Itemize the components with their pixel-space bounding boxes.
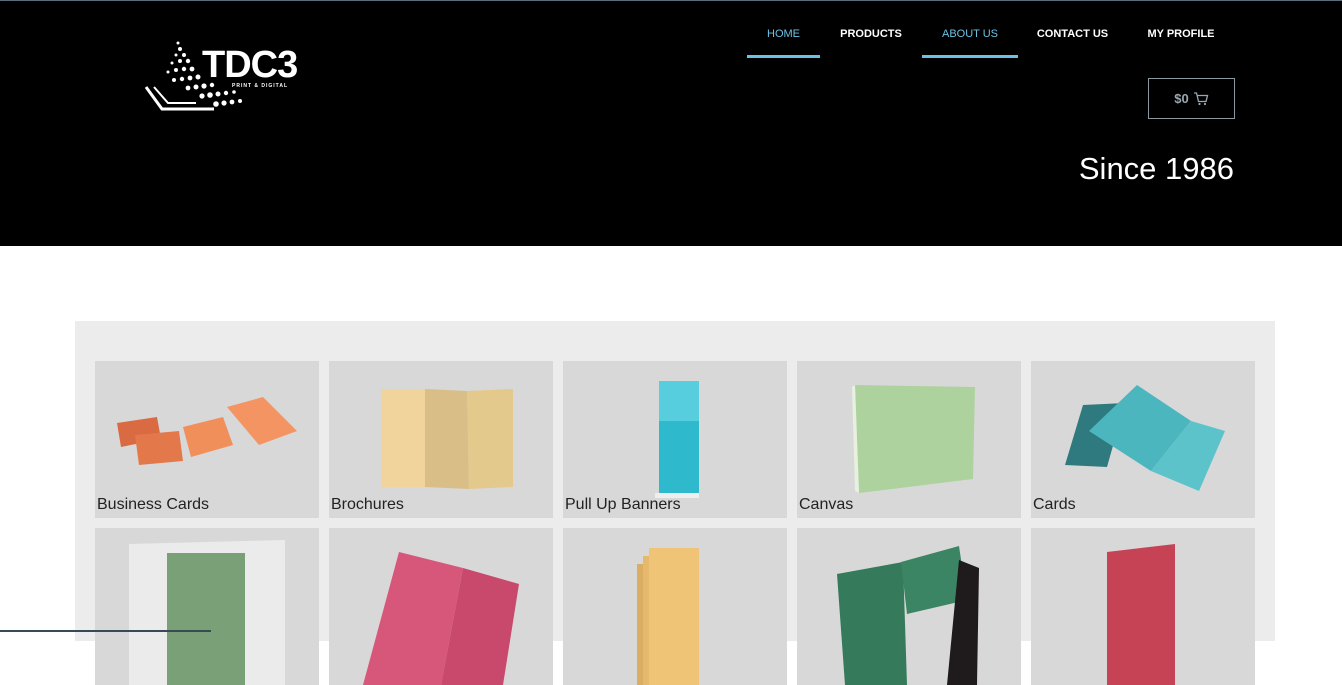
brochures-image (381, 389, 513, 489)
cart-button[interactable]: $0 (1148, 78, 1235, 119)
product-image (129, 540, 285, 685)
tile-label: Brochures (331, 496, 404, 513)
product-tile[interactable] (797, 528, 1021, 685)
product-tile-brochures[interactable]: Brochures (329, 361, 553, 518)
product-tile-pull-up-banners[interactable]: Pull Up Banners (563, 361, 787, 518)
product-tile[interactable] (95, 528, 319, 685)
nav-contact-us[interactable]: CONTACT US (1032, 19, 1113, 58)
product-image (837, 546, 979, 685)
hero-tagline: Since 1986 (1078, 151, 1234, 186)
logo[interactable]: TDC3 PRINT & DIGITAL (144, 37, 304, 117)
product-image (1107, 544, 1175, 685)
tile-label: Canvas (799, 496, 854, 513)
pull-up-banners-image (655, 381, 699, 498)
cart-icon (1193, 91, 1209, 105)
product-tile[interactable] (563, 528, 787, 685)
nav-home[interactable]: HOME (747, 19, 820, 58)
tile-label: Cards (1033, 496, 1076, 513)
logo-text: TDC3 (202, 44, 298, 86)
canvas-image (852, 385, 975, 493)
product-tile-canvas[interactable]: Canvas (797, 361, 1021, 518)
logo-subtext: PRINT & DIGITAL (232, 83, 289, 89)
tile-label: Pull Up Banners (565, 496, 681, 513)
business-cards-image (117, 397, 297, 465)
product-tile-cards[interactable]: Cards (1031, 361, 1255, 518)
product-tile[interactable] (329, 528, 553, 685)
cart-amount: $0 (1174, 91, 1189, 106)
cards-image (1065, 385, 1225, 491)
product-image (363, 552, 519, 685)
product-image (637, 548, 699, 685)
tile-label: Business Cards (97, 496, 210, 513)
nav-about-us[interactable]: ABOUT US (922, 19, 1018, 58)
nav-products[interactable]: PRODUCTS (834, 19, 908, 58)
site-header: TDC3 PRINT & DIGITAL HOME PRODUCTS ABOUT… (0, 0, 1342, 246)
product-tile[interactable] (1031, 528, 1255, 685)
product-grid: Business Cards Brochures Pull Up Banners… (75, 321, 1275, 685)
nav-my-profile[interactable]: MY PROFILE (1142, 19, 1220, 58)
product-tile-business-cards[interactable]: Business Cards (95, 361, 319, 518)
